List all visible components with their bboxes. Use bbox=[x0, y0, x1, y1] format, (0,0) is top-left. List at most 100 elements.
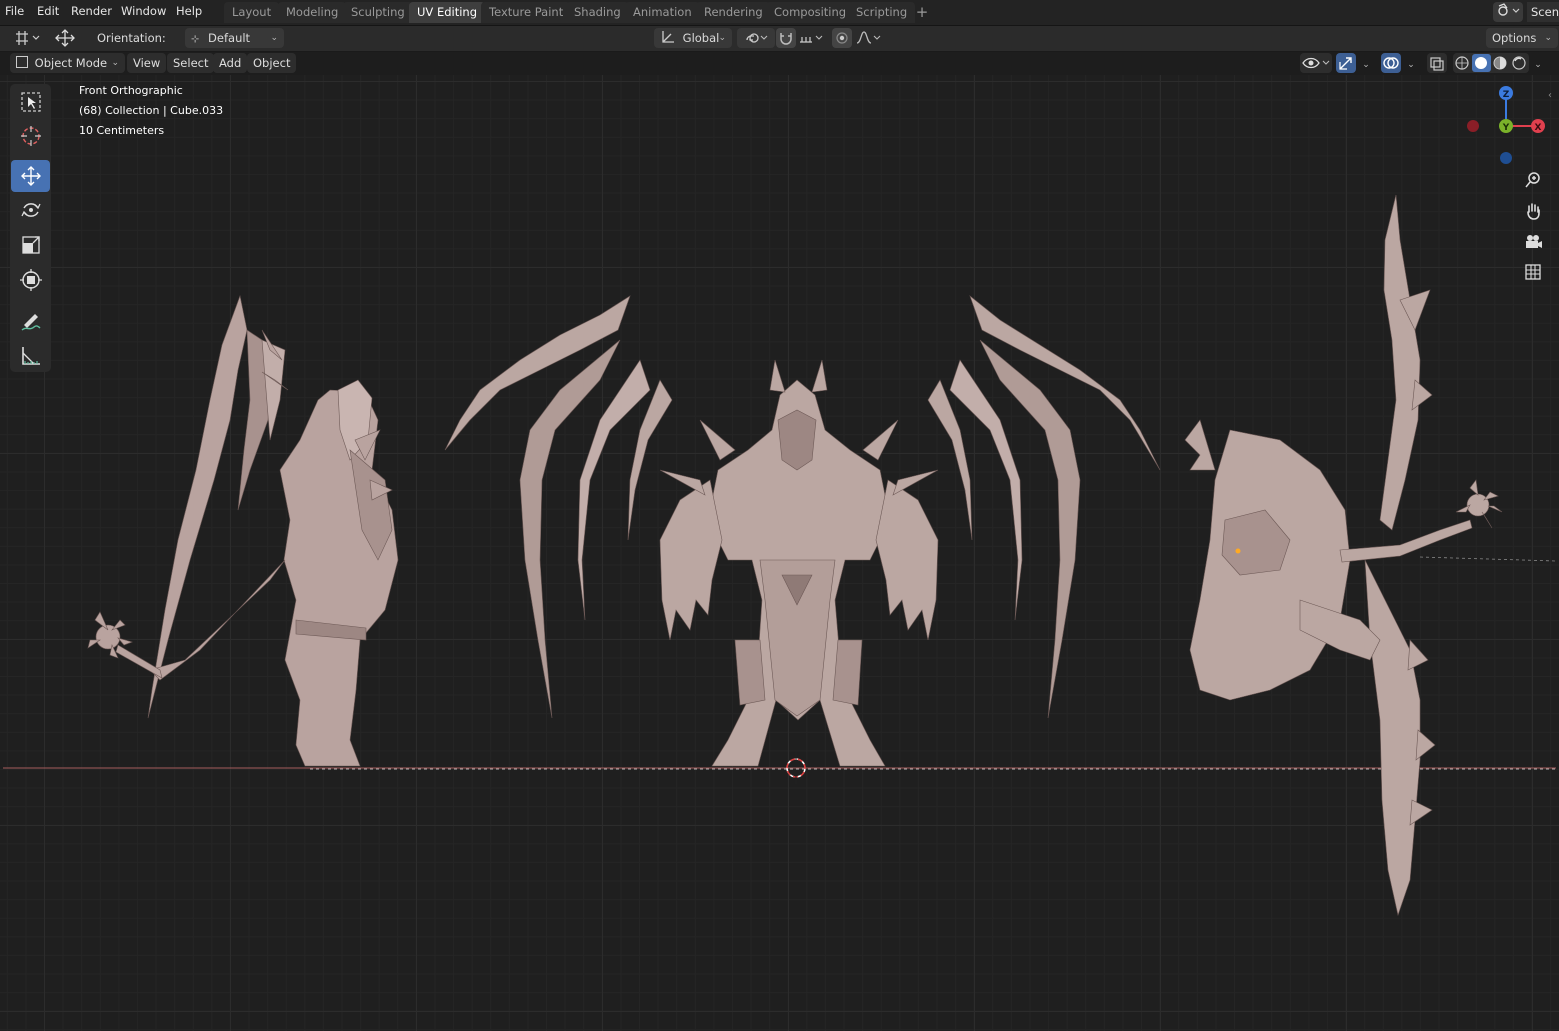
global-axes-icon bbox=[662, 31, 674, 43]
scene-name-field[interactable]: Scene bbox=[1527, 2, 1559, 22]
pan-button[interactable] bbox=[1519, 197, 1547, 225]
gizmo-x-label: X bbox=[1535, 123, 1542, 133]
tab-rendering[interactable]: Rendering bbox=[696, 2, 771, 23]
chevron-down-icon: ⌄ bbox=[1544, 33, 1552, 43]
top-menu-bar: File Edit Render Window Help Layout Mode… bbox=[0, 0, 1559, 26]
tab-layout[interactable]: Layout bbox=[224, 2, 280, 23]
transform-icon bbox=[19, 269, 42, 291]
sidebar-toggle-chevron-icon[interactable]: ‹ bbox=[1548, 90, 1552, 101]
move-arrows-icon bbox=[55, 29, 75, 47]
tool-shelf bbox=[10, 84, 51, 372]
character-front-view bbox=[444, 295, 1161, 767]
view-name-label: Front Orthographic bbox=[79, 84, 183, 97]
proportional-editing-toggle[interactable] bbox=[832, 28, 852, 48]
snap-increment-icon bbox=[800, 35, 823, 43]
transform-affect-icon bbox=[16, 31, 40, 45]
tab-uv-editing[interactable]: UV Editing bbox=[409, 2, 485, 23]
tab-scripting[interactable]: Scripting bbox=[848, 2, 916, 23]
tab-shading[interactable]: Shading bbox=[566, 2, 629, 23]
scene-icon bbox=[1498, 3, 1520, 16]
menu-file[interactable]: File bbox=[5, 4, 24, 18]
measure-ruler-icon bbox=[21, 347, 40, 365]
options-dropdown[interactable]: Options ⌄ bbox=[1486, 28, 1558, 48]
proportional-falloff-dropdown[interactable] bbox=[854, 28, 884, 48]
3d-viewport[interactable]: Z X Y Front Orthographic (68) Collection… bbox=[0, 75, 1559, 1031]
scale-icon bbox=[21, 236, 40, 254]
hand-icon bbox=[1527, 203, 1540, 220]
scene-selector-button[interactable] bbox=[1493, 2, 1523, 22]
cursor-tool[interactable] bbox=[11, 120, 50, 152]
viewport-scene: Z X Y bbox=[3, 86, 1557, 917]
falloff-curve-icon bbox=[856, 31, 881, 44]
orientation-dropdown[interactable]: ⊹ Default ⌄ bbox=[185, 28, 284, 48]
character-back-view bbox=[1184, 194, 1503, 917]
viewport-header: Object Mode ⌄ View Select Add Object ⌄ ⌄ bbox=[0, 51, 1559, 75]
overlays-dropdown[interactable]: ⌄ bbox=[1402, 53, 1420, 73]
tab-compositing[interactable]: Compositing bbox=[766, 2, 855, 23]
header-menu-select[interactable]: Select bbox=[167, 53, 215, 73]
measure-tool[interactable] bbox=[11, 340, 50, 372]
eye-icon bbox=[1302, 57, 1330, 69]
overlays-toggle[interactable] bbox=[1381, 53, 1401, 73]
tab-modeling[interactable]: Modeling bbox=[278, 2, 347, 23]
rotate-tool[interactable] bbox=[11, 194, 50, 226]
menu-help[interactable]: Help bbox=[176, 4, 202, 18]
navigation-gizmo[interactable]: Z X Y bbox=[1467, 86, 1545, 164]
toggle-ortho-button[interactable] bbox=[1519, 258, 1547, 286]
annotate-pencil-icon bbox=[21, 314, 40, 331]
magnet-icon bbox=[780, 33, 792, 45]
proportional-editing-icon bbox=[836, 32, 848, 44]
pivot-link-icon bbox=[746, 33, 768, 43]
chevron-down-icon: ⌄ bbox=[270, 33, 278, 43]
snap-toggle[interactable] bbox=[776, 28, 796, 48]
menu-edit[interactable]: Edit bbox=[37, 4, 59, 18]
shading-icons bbox=[1455, 54, 1526, 72]
zoom-icon bbox=[1525, 172, 1540, 188]
tab-animation[interactable]: Animation bbox=[625, 2, 700, 23]
pivot-point-dropdown[interactable] bbox=[737, 28, 775, 48]
chevron-down-icon: ⌄ bbox=[111, 58, 119, 68]
header-menu-add[interactable]: Add bbox=[213, 53, 248, 73]
move-icon bbox=[20, 166, 41, 186]
xray-toggle[interactable] bbox=[1427, 53, 1447, 73]
select-box-tool[interactable] bbox=[11, 86, 50, 118]
rotate-icon bbox=[20, 203, 41, 217]
xray-icon bbox=[1430, 57, 1444, 71]
header-menu-object[interactable]: Object bbox=[247, 53, 297, 73]
visibility-dropdown[interactable] bbox=[1300, 53, 1332, 73]
chevron-down-icon: ⌄ bbox=[1407, 60, 1415, 70]
select-box-icon bbox=[20, 92, 41, 112]
gizmo-toggle[interactable] bbox=[1336, 53, 1356, 73]
header-menu-view[interactable]: View bbox=[127, 53, 167, 73]
orientation-value: Default bbox=[208, 31, 251, 45]
shading-mode-group bbox=[1453, 53, 1529, 73]
zoom-button[interactable] bbox=[1519, 166, 1547, 194]
gizmo-dropdown[interactable]: ⌄ bbox=[1357, 53, 1375, 73]
grid-icon bbox=[1525, 264, 1541, 280]
object-origin-dot bbox=[1235, 548, 1241, 554]
overlays-icon bbox=[1383, 57, 1399, 69]
tab-texture-paint[interactable]: Texture Paint bbox=[481, 2, 572, 23]
cursor-icon bbox=[20, 126, 41, 146]
menu-window[interactable]: Window bbox=[121, 4, 166, 18]
transform-pivot-dropdown[interactable] bbox=[8, 28, 42, 48]
move-tool-indicator[interactable] bbox=[52, 28, 78, 48]
transform-tool[interactable] bbox=[11, 264, 50, 296]
collection-info-label: (68) Collection | Cube.033 bbox=[79, 104, 224, 117]
scale-tool[interactable] bbox=[11, 229, 50, 261]
shading-dropdown[interactable]: ⌄ bbox=[1529, 53, 1547, 73]
snap-target-dropdown[interactable] bbox=[797, 28, 825, 48]
mode-dropdown[interactable]: Object Mode ⌄ bbox=[10, 53, 125, 73]
add-workspace-button[interactable]: + bbox=[913, 2, 931, 23]
move-tool[interactable] bbox=[11, 160, 50, 192]
object-mode-icon bbox=[16, 56, 28, 68]
transform-orientation-dropdown[interactable]: Global ⌄ bbox=[654, 28, 732, 48]
grid-scale-label: 10 Centimeters bbox=[79, 124, 165, 137]
camera-view-button[interactable] bbox=[1519, 228, 1547, 256]
tab-sculpting[interactable]: Sculpting bbox=[343, 2, 413, 23]
chevron-down-icon: ⌄ bbox=[1362, 60, 1370, 70]
annotate-tool[interactable] bbox=[11, 305, 50, 337]
chevron-down-icon: ⌄ bbox=[1534, 60, 1542, 70]
character-side-view bbox=[87, 294, 399, 767]
menu-render[interactable]: Render bbox=[71, 4, 112, 18]
